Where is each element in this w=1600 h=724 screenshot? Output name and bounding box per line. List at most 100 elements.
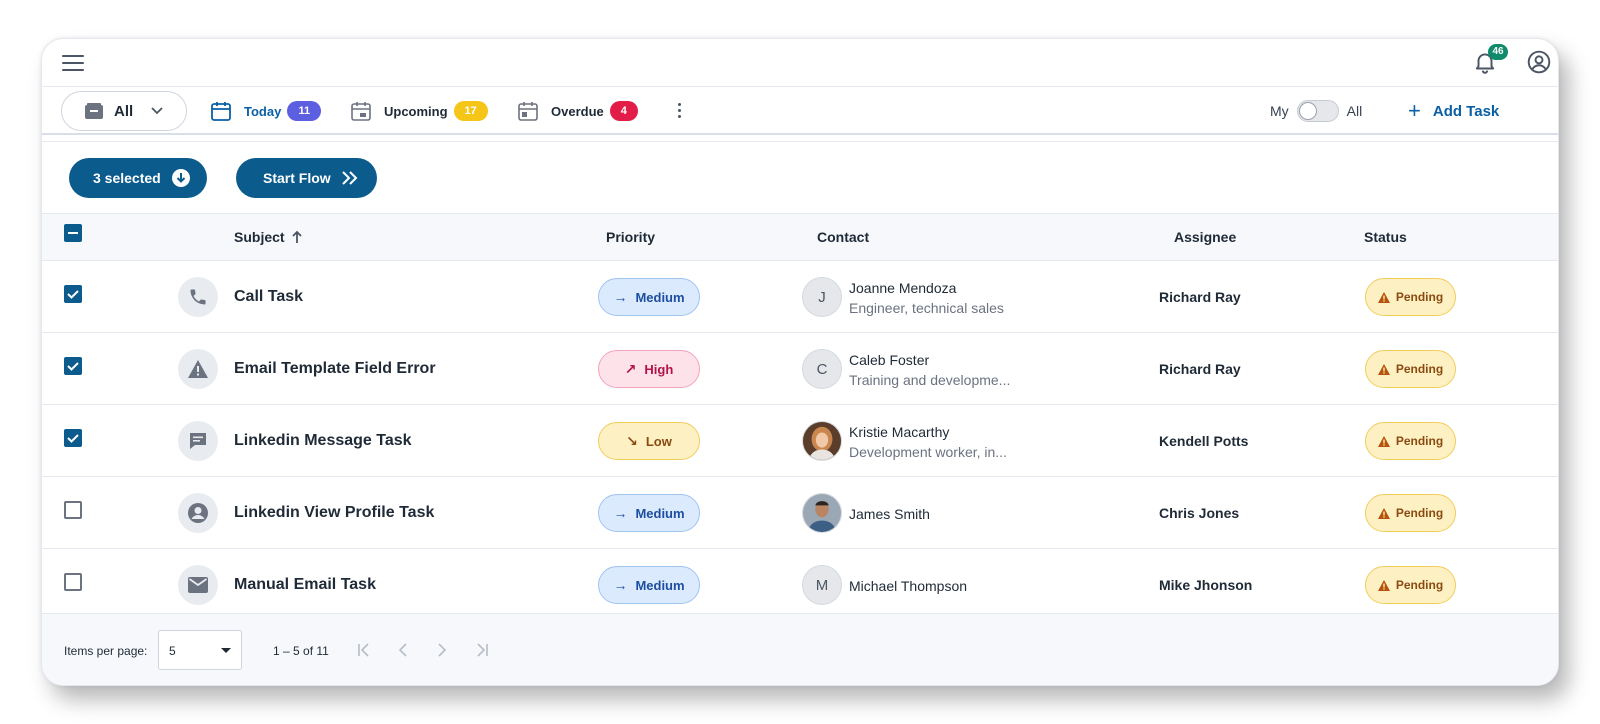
download-circle-icon (171, 169, 190, 187)
priority-badge[interactable]: → Medium (598, 566, 700, 604)
chevron-down-icon (151, 107, 163, 115)
status-badge[interactable]: Pending (1365, 566, 1456, 604)
arrow-right-icon: → (613, 577, 628, 593)
inbox-icon (85, 103, 103, 119)
warning-icon (1377, 291, 1390, 303)
add-task-button[interactable]: + Add Task (1408, 97, 1499, 125)
page-range: 1 – 5 of 11 (273, 644, 329, 658)
row-checkbox[interactable] (64, 285, 82, 303)
plus-icon: + (1408, 98, 1421, 123)
toggle-label-my: My (1270, 103, 1289, 119)
avatar: J (802, 277, 842, 317)
avatar-initial: C (816, 360, 828, 378)
contact-name[interactable]: James Smith (849, 506, 930, 522)
priority-badge[interactable]: → Medium (598, 278, 700, 316)
row-subject[interactable]: Linkedin Message Task (234, 432, 412, 450)
items-per-page-select[interactable]: 5 (158, 630, 242, 670)
tab-today[interactable]: Today 11 (210, 98, 322, 124)
toggle-label-all: All (1346, 103, 1363, 119)
tab-upcoming[interactable]: Upcoming 17 (350, 98, 488, 124)
tab-upcoming-count: 17 (453, 101, 488, 121)
row-checkbox[interactable] (64, 501, 82, 519)
status-badge[interactable]: Pending (1365, 350, 1456, 388)
contact-title: Training and developme... (849, 372, 1011, 388)
bulk-actions: 3 selected Start Flow (42, 141, 1558, 213)
priority-label: Medium (635, 289, 685, 305)
mail-icon (178, 565, 218, 605)
row-subject[interactable]: Call Task (234, 288, 303, 306)
table-row[interactable]: Call Task → Medium J Joanne Mendoza Engi… (42, 261, 1558, 333)
assignee-name: Chris Jones (1159, 505, 1240, 521)
contact-name[interactable]: Kristie Macarthy (849, 424, 949, 440)
avatar-photo (802, 421, 842, 461)
calendar-upcoming-icon (351, 102, 371, 121)
first-page-icon[interactable] (354, 640, 374, 660)
more-options-icon[interactable] (674, 100, 684, 122)
tab-upcoming-label: Upcoming (384, 103, 448, 119)
last-page-icon[interactable] (472, 640, 492, 660)
column-priority[interactable]: Priority (606, 229, 655, 245)
warning-icon (1377, 435, 1390, 447)
start-flow-label: Start Flow (263, 170, 331, 186)
items-per-page-label: Items per page: (64, 644, 148, 658)
contact-name[interactable]: Michael Thompson (849, 578, 967, 594)
row-subject[interactable]: Linkedin View Profile Task (234, 504, 434, 522)
contact-name[interactable]: Joanne Mendoza (849, 280, 956, 296)
account-icon[interactable] (1526, 49, 1552, 75)
column-subject[interactable]: Subject (234, 229, 303, 245)
status-badge[interactable]: Pending (1365, 494, 1456, 532)
select-all-checkbox[interactable] (64, 224, 82, 242)
menu-icon[interactable] (62, 52, 84, 72)
table-row[interactable]: Manual Email Task → Medium M Michael Tho… (42, 549, 1558, 613)
previous-page-icon[interactable] (393, 640, 413, 660)
table-row[interactable]: Email Template Field Error ↗ High C Cale… (42, 333, 1558, 405)
person-photo-icon (803, 422, 841, 460)
priority-badge[interactable]: → Medium (598, 494, 700, 532)
selected-button[interactable]: 3 selected (69, 158, 207, 198)
avatar: C (802, 349, 842, 389)
trending-down-icon: ↘ (626, 432, 638, 449)
view-select-value: All (114, 102, 134, 120)
top-bar: 46 (42, 39, 1558, 87)
selected-label: 3 selected (93, 170, 161, 186)
column-contact[interactable]: Contact (817, 229, 869, 245)
avatar-initial: J (818, 288, 826, 306)
scope-toggle[interactable] (1296, 100, 1339, 122)
message-icon (178, 421, 218, 461)
status-label: Pending (1395, 290, 1444, 304)
sort-up-icon (291, 230, 302, 243)
column-status[interactable]: Status (1364, 229, 1407, 245)
table-row[interactable]: Linkedin View Profile Task → Medium Jame… (42, 477, 1558, 549)
check-icon (67, 434, 79, 443)
column-subject-label: Subject (234, 229, 285, 245)
row-checkbox[interactable] (64, 357, 82, 375)
row-subject[interactable]: Email Template Field Error (234, 360, 436, 378)
start-flow-button[interactable]: Start Flow (236, 158, 377, 198)
contact-title: Engineer, technical sales (849, 300, 1004, 316)
priority-label: Medium (635, 577, 685, 593)
avatar: M (802, 565, 842, 605)
row-subject[interactable]: Manual Email Task (234, 576, 376, 594)
tab-today-label: Today (244, 103, 282, 119)
priority-badge[interactable]: ↘ Low (598, 422, 700, 460)
warning-icon (1377, 579, 1390, 591)
row-checkbox[interactable] (64, 573, 82, 591)
assignee-name: Richard Ray (1159, 289, 1241, 305)
priority-badge[interactable]: ↗ High (598, 350, 700, 388)
scope-toggle-group: My All (1270, 99, 1362, 123)
contact-name[interactable]: Caleb Foster (849, 352, 929, 368)
status-badge[interactable]: Pending (1365, 278, 1456, 316)
view-select[interactable]: All (61, 91, 187, 131)
next-page-icon[interactable] (432, 640, 452, 660)
column-contact-label: Contact (817, 229, 870, 245)
tab-overdue-count: 4 (609, 101, 638, 121)
caret-down-icon (221, 648, 231, 653)
row-checkbox[interactable] (64, 429, 82, 447)
tab-overdue[interactable]: Overdue 4 (517, 98, 638, 124)
tab-overdue-label: Overdue (551, 103, 604, 119)
column-assignee[interactable]: Assignee (1174, 229, 1236, 245)
person-photo-icon (803, 494, 841, 532)
tab-today-count: 11 (287, 101, 322, 121)
status-badge[interactable]: Pending (1365, 422, 1456, 460)
table-row[interactable]: Linkedin Message Task ↘ Low Kristie Maca… (42, 405, 1558, 477)
